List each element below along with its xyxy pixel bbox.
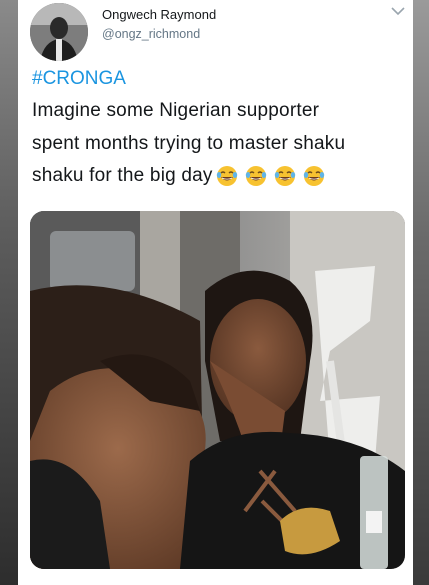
tweet-text-line-3-label: shaku for the big day	[32, 165, 213, 187]
tweet-text-line-3: shaku for the big day	[32, 165, 332, 187]
screenshot-right-edge	[413, 0, 429, 585]
chevron-down-icon[interactable]	[391, 6, 405, 16]
photo-image	[30, 211, 405, 569]
avatar-image	[30, 3, 88, 61]
tweet-text-line-2: spent months trying to master shaku	[32, 133, 346, 154]
avatar[interactable]	[30, 3, 88, 61]
tweet-text-line-1: Imagine some Nigerian supporter	[32, 100, 320, 121]
tweet-card: Ongwech Raymond @ongz_richmond #CRONGA I…	[18, 0, 413, 585]
screenshot-left-edge	[0, 0, 18, 585]
author-display-name[interactable]: Ongwech Raymond	[102, 7, 216, 22]
tears-of-joy-emoji-icon	[245, 166, 266, 186]
hashtag-link[interactable]: #CRONGA	[32, 68, 126, 90]
tears-of-joy-emoji-icon	[274, 166, 295, 186]
tears-of-joy-emoji-icon	[303, 166, 324, 186]
emoji-row	[216, 165, 332, 187]
tweet-photo[interactable]	[30, 211, 405, 569]
author-handle[interactable]: @ongz_richmond	[102, 27, 200, 41]
tears-of-joy-emoji-icon	[216, 166, 237, 186]
